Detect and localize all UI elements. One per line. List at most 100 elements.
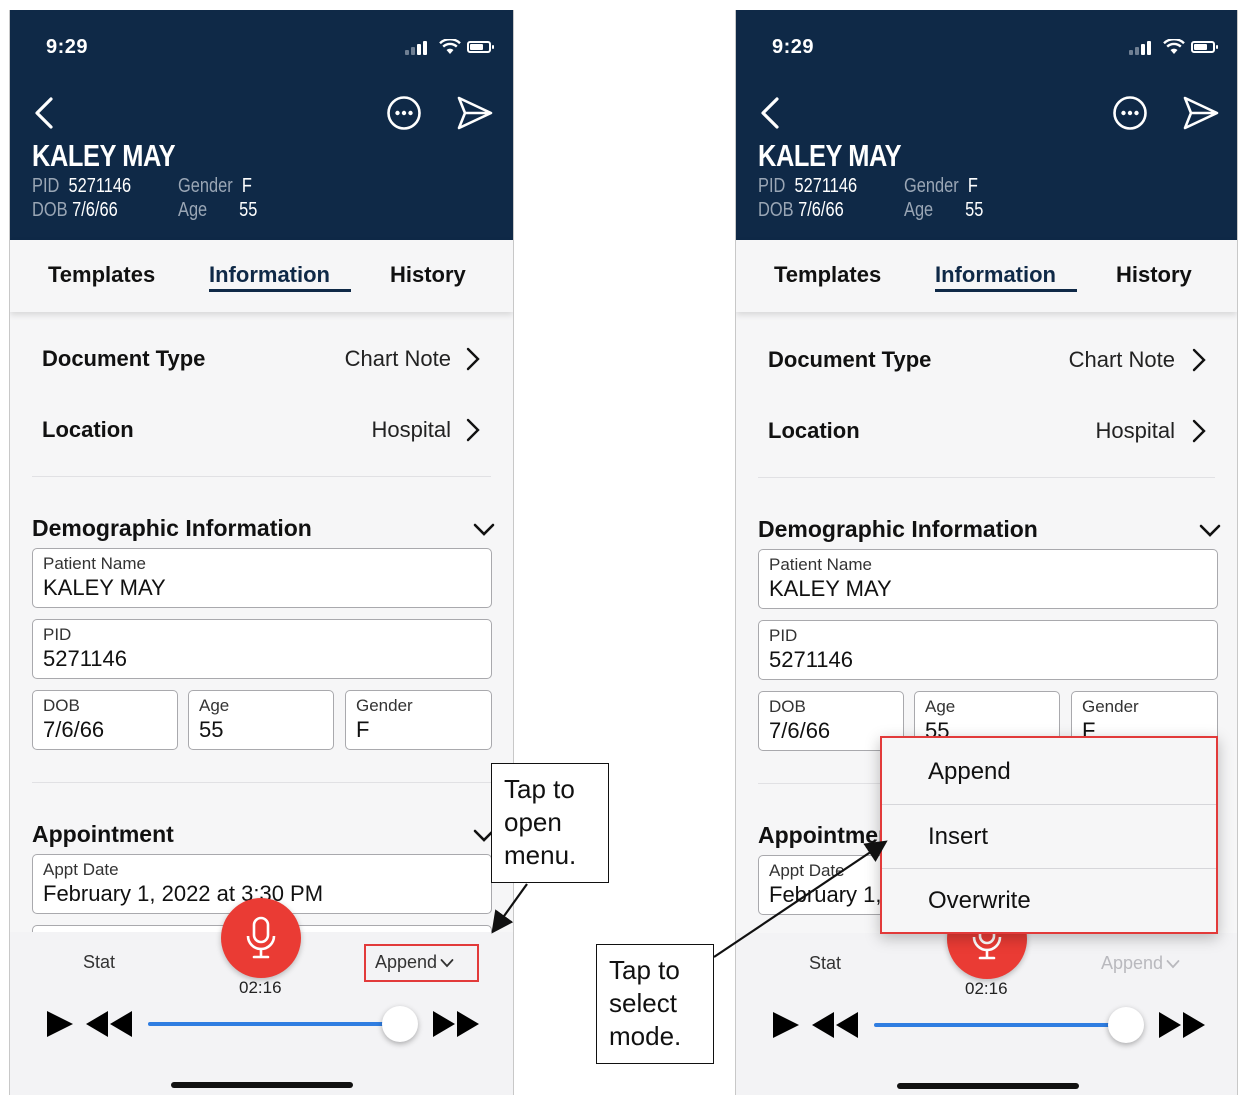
pid-field[interactable]: PID 5271146 <box>758 620 1218 680</box>
chevron-down-icon[interactable] <box>1199 524 1221 538</box>
signal-bar <box>423 41 427 55</box>
location-value[interactable]: Hospital <box>372 417 451 443</box>
tab-history[interactable]: History <box>1116 262 1192 288</box>
field-value: 55 <box>199 717 224 742</box>
send-icon[interactable] <box>456 95 494 131</box>
field-label: PID <box>43 625 72 644</box>
mode-highlight-box <box>364 944 479 982</box>
section-divider <box>32 476 491 477</box>
callout-line: open <box>504 807 562 837</box>
stat-toggle[interactable]: Stat <box>83 952 115 973</box>
field-value: F <box>356 717 370 742</box>
signal-icon <box>1129 50 1133 55</box>
menu-item-append[interactable]: Append <box>882 740 1216 804</box>
tab-bar: Templates Information History <box>10 240 513 312</box>
age-meta: Age 55 <box>178 199 257 222</box>
chevron-right-icon[interactable] <box>465 418 481 442</box>
playback-progress-thumb[interactable] <box>1108 1007 1144 1043</box>
chevron-down-icon[interactable] <box>473 523 495 537</box>
menu-item-label: Append <box>928 758 1011 785</box>
fast-forward-icon[interactable] <box>431 1009 481 1039</box>
document-type-label: Document Type <box>42 346 206 371</box>
tab-history[interactable]: History <box>390 262 466 288</box>
gender-value: F <box>967 175 978 197</box>
mode-dropdown[interactable]: Append <box>1101 953 1180 974</box>
fast-forward-icon[interactable] <box>1157 1010 1207 1040</box>
status-time: 9:29 <box>772 36 815 58</box>
chevron-right-icon[interactable] <box>1191 348 1207 372</box>
document-type-value[interactable]: Chart Note <box>345 346 451 372</box>
tab-information[interactable]: Information <box>209 262 330 288</box>
age-label: Age <box>904 199 934 221</box>
battery-icon <box>467 41 494 53</box>
rewind-icon[interactable] <box>84 1009 134 1039</box>
field-label: Appt Date <box>769 861 845 880</box>
pid-value: 5271146 <box>68 175 132 197</box>
section-divider <box>32 782 491 783</box>
document-type-label: Document Type <box>768 347 932 372</box>
tab-templates[interactable]: Templates <box>774 262 881 288</box>
back-chevron-icon[interactable] <box>758 96 782 130</box>
record-button[interactable] <box>221 898 301 978</box>
patient-name-field[interactable]: Patient Name KALEY MAY <box>758 549 1218 609</box>
gender-field[interactable]: Gender F <box>345 690 492 750</box>
pid-label: PID <box>32 175 60 197</box>
field-label: PID <box>769 626 798 645</box>
gender-label: Gender <box>904 175 959 197</box>
menu-item-label: Insert <box>928 823 989 850</box>
field-label: Gender <box>1082 697 1139 716</box>
field-value: 5271146 <box>43 646 128 671</box>
field-value: KALEY MAY <box>769 576 892 601</box>
callout-open-menu: Tap to open menu. <box>491 763 609 883</box>
tab-bar: Templates Information History <box>736 240 1237 312</box>
demographic-section-title: Demographic Information <box>758 516 1038 542</box>
play-icon[interactable] <box>771 1010 801 1040</box>
age-field[interactable]: Age 55 <box>188 690 334 750</box>
more-options-icon[interactable] <box>1112 95 1148 131</box>
playback-progress-track[interactable] <box>148 1022 404 1026</box>
patient-name-field[interactable]: Patient Name KALEY MAY <box>32 548 492 608</box>
wifi-icon <box>439 39 461 54</box>
status-time: 9:29 <box>46 36 89 58</box>
chevron-right-icon[interactable] <box>1191 419 1207 443</box>
mode-dropdown-label: Append <box>1101 953 1164 973</box>
document-type-value[interactable]: Chart Note <box>1069 347 1175 373</box>
playback-progress-track[interactable] <box>874 1023 1130 1027</box>
callout-select-mode: Tap to select mode. <box>596 944 714 1064</box>
location-value[interactable]: Hospital <box>1096 418 1175 444</box>
patient-name-title: KALEY MAY <box>758 138 902 173</box>
active-tab-underline <box>935 289 1077 292</box>
location-label: Location <box>768 418 860 443</box>
tab-templates[interactable]: Templates <box>48 262 155 288</box>
playback-progress-thumb[interactable] <box>382 1006 418 1042</box>
status-icons <box>1129 39 1219 55</box>
more-options-icon[interactable] <box>386 95 422 131</box>
chevron-right-icon[interactable] <box>465 347 481 371</box>
pid-label: PID <box>758 175 786 197</box>
play-icon[interactable] <box>45 1009 75 1039</box>
patient-header: 9:29 KALEY MAY PID 5271146 DOB 7/6/66 Ge… <box>10 10 513 240</box>
pid-field[interactable]: PID 5271146 <box>32 619 492 679</box>
rewind-icon[interactable] <box>810 1010 860 1040</box>
menu-item-insert[interactable]: Insert <box>882 805 1216 869</box>
tab-information[interactable]: Information <box>935 262 1056 288</box>
field-label: DOB <box>769 697 806 716</box>
menu-item-overwrite[interactable]: Overwrite <box>882 869 1216 933</box>
field-label: Patient Name <box>43 554 146 573</box>
send-icon[interactable] <box>1182 95 1220 131</box>
dob-meta: DOB 7/6/66 <box>32 199 118 222</box>
mode-menu: Append Insert Overwrite <box>880 736 1218 934</box>
recording-timer: 02:16 <box>965 979 1008 998</box>
back-chevron-icon[interactable] <box>32 96 56 130</box>
age-label: Age <box>178 199 208 221</box>
dob-field[interactable]: DOB 7/6/66 <box>32 690 178 750</box>
age-value: 55 <box>965 199 984 221</box>
recording-timer: 02:16 <box>239 978 282 997</box>
pid-meta: PID 5271146 <box>32 175 131 198</box>
field-label: Patient Name <box>769 555 872 574</box>
pid-value: 5271146 <box>794 175 858 197</box>
gender-value: F <box>241 175 252 197</box>
stat-toggle[interactable]: Stat <box>809 953 841 974</box>
field-value: 7/6/66 <box>43 717 105 742</box>
section-divider <box>758 477 1215 478</box>
